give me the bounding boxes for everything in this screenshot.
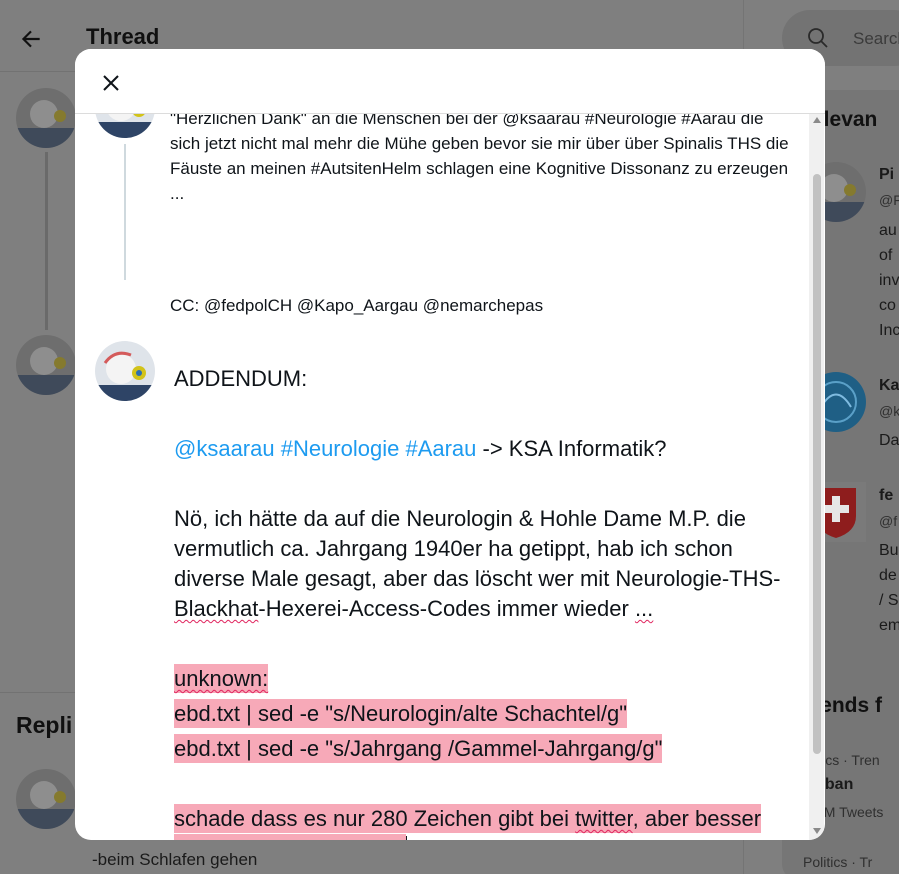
previous-tweet-cc: CC: @fedpolCH @Kapo_Aargau @nemarchepas — [170, 296, 544, 315]
avatar[interactable] — [16, 769, 76, 829]
compose-line: schade dass es nur 280 Zeichen gibt bei … — [174, 804, 789, 840]
page-title: Thread — [86, 24, 160, 49]
compose-line: unknown: — [174, 664, 789, 694]
spellcheck-word: twitter — [575, 804, 633, 833]
compose-text: -> KSA Informatik? — [476, 436, 667, 461]
mention-links[interactable]: @ksaarau #Neurologie #Aarau — [174, 436, 476, 461]
compose-line: ebd.txt | sed -e "s/Jahrgang /Gammel-Jah… — [174, 734, 789, 764]
compose-paragraph: Nö, ich hätte da auf die Neurologin & Ho… — [174, 504, 789, 624]
thread-connector — [124, 144, 126, 280]
avatar[interactable] — [95, 341, 155, 401]
close-button[interactable] — [95, 67, 127, 99]
account-bio: em — [879, 617, 899, 634]
trend-count: 1M Tweets — [816, 804, 884, 820]
compose-text: -Hexerei-Access-Codes immer wieder — [258, 596, 635, 621]
account-bio: de — [879, 567, 897, 584]
account-bio: au — [879, 222, 897, 239]
scroll-down-icon[interactable] — [813, 828, 821, 834]
compose-text: Nö, ich hätte da auf die Neurologin & Ho… — [174, 506, 781, 591]
account-bio: Inc — [879, 322, 899, 339]
previous-tweet-text: "Herzlichen Dank" an die Menschen bei de… — [170, 114, 789, 203]
back-arrow-icon[interactable] — [18, 26, 44, 52]
account-handle: @F — [879, 192, 899, 208]
account-name[interactable]: Pi — [879, 166, 894, 184]
account-name[interactable]: Ka — [879, 377, 899, 395]
account-bio: / S — [879, 592, 899, 609]
text-cursor — [406, 836, 408, 840]
reply-snippet: -beim Schlafen gehen — [92, 850, 258, 869]
highlighted-text: ebd.txt | sed -e "s/Jahrgang /Gammel-Jah… — [174, 734, 663, 763]
avatar[interactable] — [16, 88, 76, 148]
compose-line: @ksaarau #Neurologie #Aarau -> KSA Infor… — [174, 434, 789, 464]
thread-connector — [45, 152, 48, 330]
account-handle: @f — [879, 513, 898, 529]
search-placeholder: Search — [853, 29, 899, 48]
account-handle: @k — [879, 403, 899, 419]
account-bio: Da — [879, 432, 899, 449]
highlighted-text: ebd.txt | sed -e "s/Neurologin/alte Scha… — [174, 699, 628, 728]
modal-header — [75, 49, 825, 114]
trend-category: Politics · Tr — [803, 854, 873, 870]
spellcheck-word: ... — [387, 834, 407, 840]
tweet-modal: "Herzlichen Dank" an die Menschen bei de… — [75, 49, 825, 840]
spellcheck-word: ... — [634, 596, 654, 621]
modal-body: "Herzlichen Dank" an die Menschen bei de… — [75, 114, 825, 840]
search-icon — [808, 28, 828, 48]
replies-heading: Repli — [16, 712, 73, 738]
highlighted-text: unknown: — [174, 664, 269, 693]
account-name[interactable]: fe — [879, 487, 893, 505]
account-bio: co — [879, 297, 896, 314]
compose-line: ebd.txt | sed -e "s/Neurologin/alte Scha… — [174, 699, 789, 729]
scroll-up-icon[interactable] — [813, 117, 821, 123]
account-bio: Bu — [879, 542, 899, 559]
spellcheck-word: Blackhat — [174, 596, 259, 621]
scrollbar-thumb[interactable] — [813, 174, 821, 754]
avatar[interactable] — [16, 335, 76, 395]
account-bio: inv — [879, 272, 899, 289]
highlighted-text: schade dass es nur 280 Zeichen gibt bei — [174, 804, 576, 833]
compose-textarea[interactable]: ADDENDUM: @ksaarau #Neurologie #Aarau ->… — [174, 364, 789, 840]
avatar[interactable] — [95, 114, 155, 138]
compose-line: ADDENDUM: — [174, 366, 308, 391]
close-icon — [103, 75, 119, 91]
account-bio: of — [879, 247, 893, 264]
